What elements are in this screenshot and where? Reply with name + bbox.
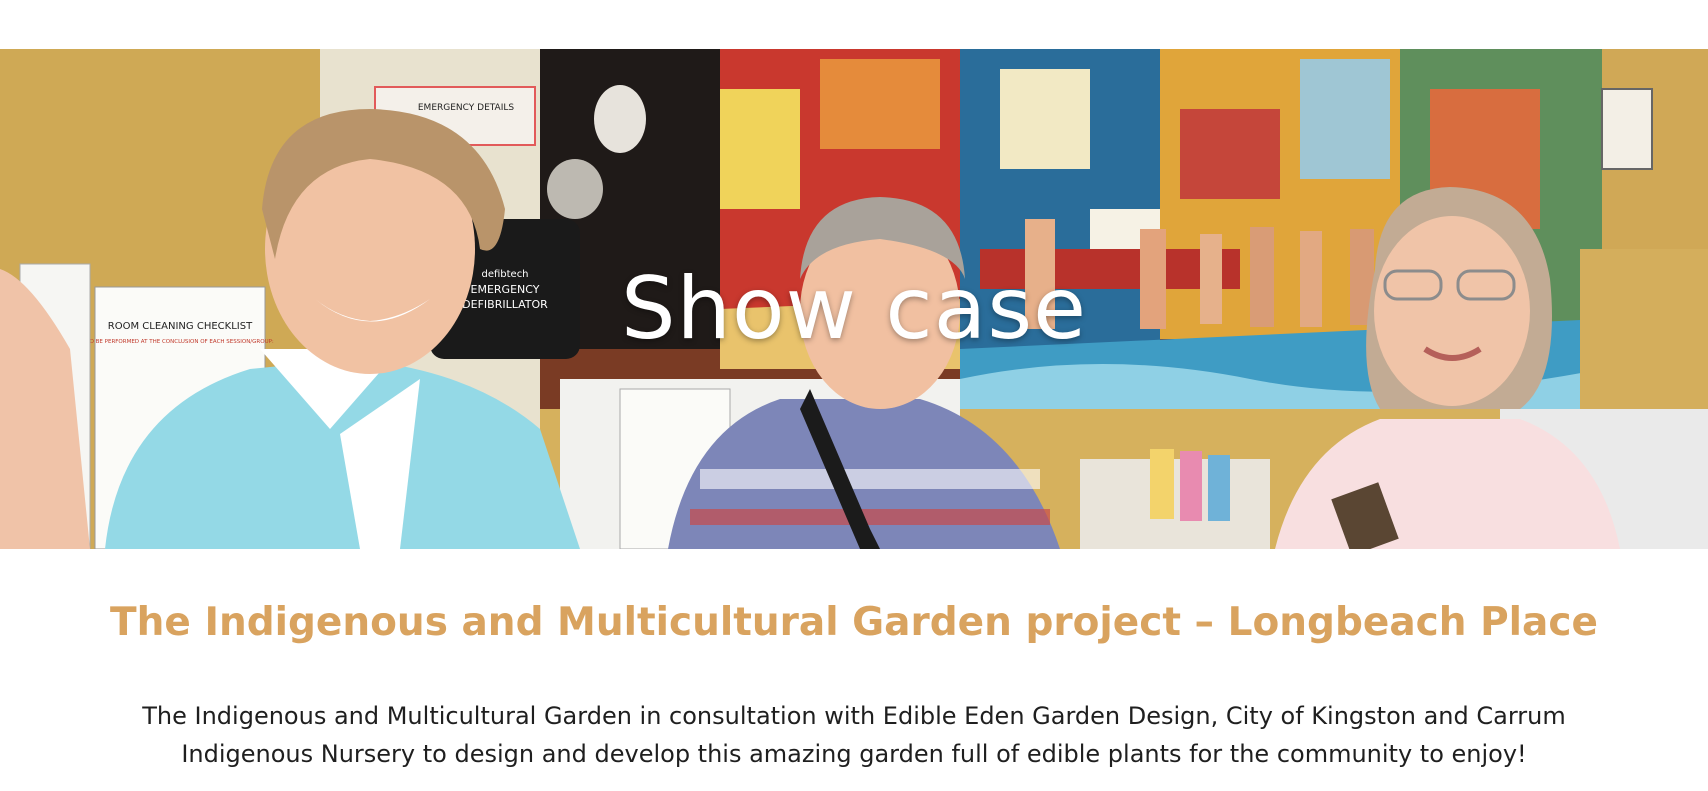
section-title: The Indigenous and Multicultural Garden … (110, 600, 1598, 645)
section-description: The Indigenous and Multicultural Garden … (142, 702, 1566, 768)
wall-frame (1601, 88, 1653, 170)
hero-title: Show case (620, 259, 1088, 359)
brochure-rack (1080, 459, 1270, 549)
hero-banner: ROOM CLEANING CHECKLIST TO BE PERFORMED … (0, 49, 1708, 549)
site-header (0, 0, 1708, 49)
emergency-sign-text: EMERGENCY DETAILS (418, 103, 515, 113)
